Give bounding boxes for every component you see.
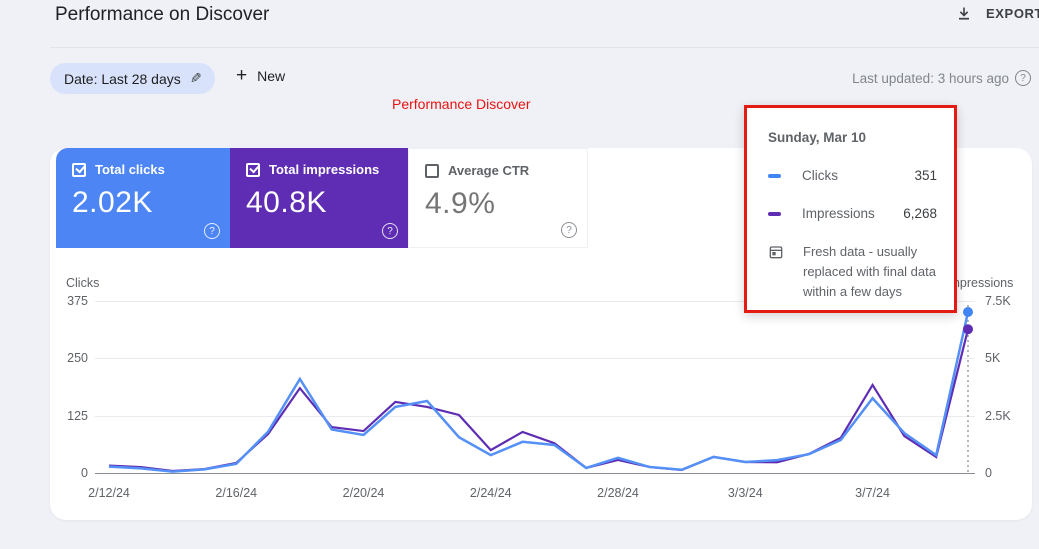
- metric-label: Total impressions: [269, 162, 379, 177]
- metric-value: 2.02K: [72, 186, 214, 220]
- metric-label: Total clicks: [95, 162, 165, 177]
- tooltip-impressions-label: Impressions: [802, 206, 903, 221]
- tooltip-clicks-value: 351: [914, 168, 937, 183]
- tooltip-date: Sunday, Mar 10: [768, 130, 937, 145]
- checkbox-average-ctr[interactable]: [425, 164, 439, 178]
- tooltip-row-impressions: Impressions 6,268: [768, 206, 937, 221]
- impressions-legend-dash: [768, 212, 781, 216]
- last-updated: Last updated: 3 hours ago ?: [852, 70, 1021, 86]
- metric-card-total-impressions[interactable]: Total impressions 40.8K ?: [230, 148, 408, 248]
- performance-discover-page: Performance on Discover EXPORT Date: Las…: [0, 0, 1039, 549]
- export-label: EXPORT: [986, 6, 1039, 21]
- tooltip-row-clicks: Clicks 351: [768, 168, 937, 183]
- date-filter-chip[interactable]: Date: Last 28 days ✎: [50, 63, 215, 94]
- tooltip-impressions-value: 6,268: [903, 206, 937, 221]
- annotation-red-label: Performance Discover: [392, 96, 531, 112]
- new-filter-button[interactable]: + New: [236, 66, 285, 85]
- chart-tooltip: Sunday, Mar 10 Clicks 351 Impressions 6,…: [744, 105, 957, 313]
- date-chip-label: Date: Last 28 days: [64, 71, 181, 87]
- header-divider: [50, 47, 1039, 48]
- help-icon-ctr[interactable]: ?: [561, 222, 577, 238]
- last-updated-text: Last updated: 3 hours ago: [852, 71, 1009, 86]
- checkbox-total-impressions[interactable]: [246, 163, 260, 177]
- clicks-legend-dash: [768, 174, 781, 178]
- metric-value: 4.9%: [425, 187, 571, 221]
- help-icon-impressions[interactable]: ?: [382, 223, 398, 239]
- checkbox-total-clicks[interactable]: [72, 163, 86, 177]
- tooltip-fresh-data-note: Fresh data - usually replaced with final…: [768, 242, 937, 302]
- tooltip-clicks-label: Clicks: [802, 168, 914, 183]
- left-axis-title: Clicks: [66, 276, 99, 290]
- calendar-icon: [768, 244, 784, 302]
- export-button[interactable]: EXPORT: [956, 5, 1039, 22]
- help-icon-clicks[interactable]: ?: [204, 223, 220, 239]
- new-filter-label: New: [257, 68, 285, 84]
- metric-value: 40.8K: [246, 186, 392, 220]
- page-title: Performance on Discover: [55, 4, 269, 26]
- metric-card-total-clicks[interactable]: Total clicks 2.02K ?: [56, 148, 230, 248]
- plus-icon: +: [236, 66, 247, 85]
- metric-label: Average CTR: [448, 163, 529, 178]
- metric-card-average-ctr[interactable]: Average CTR 4.9% ?: [408, 148, 588, 248]
- fresh-data-text: Fresh data - usually replaced with final…: [803, 242, 937, 302]
- edit-pencil-icon: ✎: [190, 70, 202, 87]
- last-updated-help-icon[interactable]: ?: [1015, 70, 1031, 86]
- download-icon: [956, 5, 972, 22]
